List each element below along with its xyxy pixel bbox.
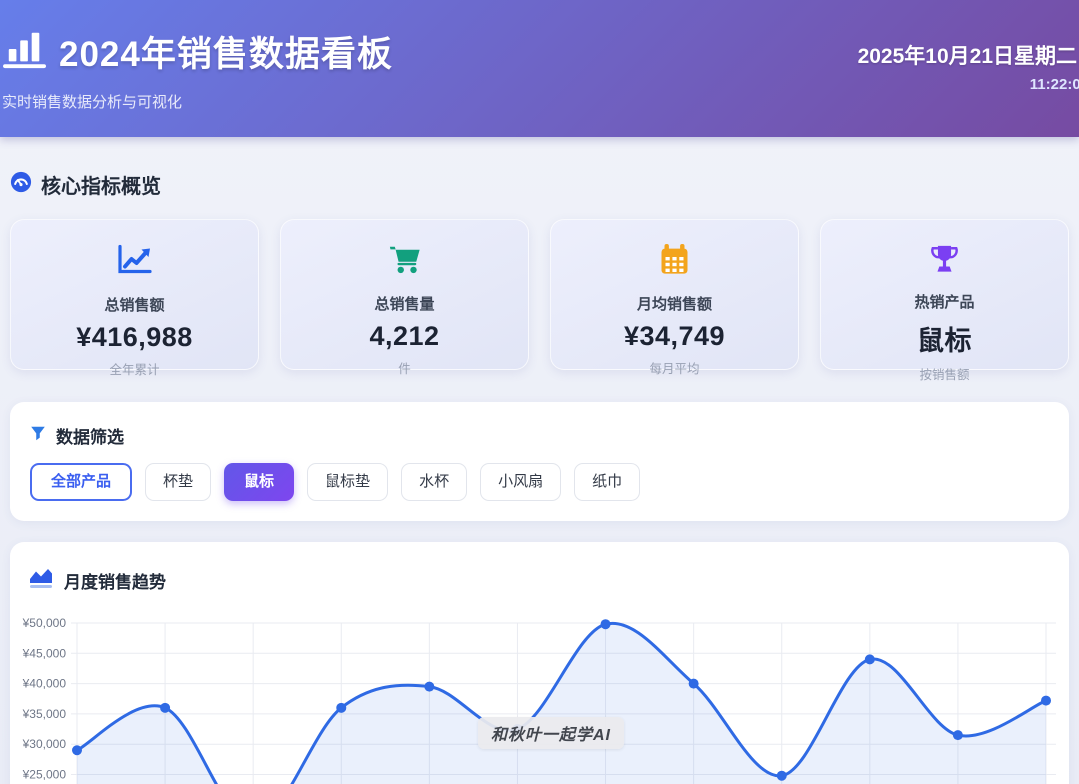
- header: 2024年销售数据看板 实时销售数据分析与可视化 2025年10月21日星期二 …: [0, 0, 1079, 137]
- metric-sub: 件: [281, 358, 528, 377]
- overview-section-header: 核心指标概览: [10, 170, 1069, 199]
- line-chart-icon: [117, 264, 153, 281]
- monthly-trend-chart: ¥50,000 ¥45,000 ¥40,000 ¥35,000 ¥30,000 ¥25,0…: [10, 605, 1069, 784]
- metric-card-total-sales: 总销售额 ¥416,988 全年累计: [10, 219, 259, 370]
- metric-sub: 全年累计: [11, 359, 258, 378]
- metric-value: ¥34,749: [551, 321, 798, 352]
- filter-buttons: 全部产品 杯垫 鼠标 鼠标垫 水杯 小风扇 纸巾: [30, 463, 1049, 501]
- metric-cards: 总销售额 ¥416,988 全年累计 总销售量 4,212 件: [10, 219, 1069, 370]
- svg-text:¥50,000: ¥50,000: [22, 616, 67, 630]
- filter-option-mouse[interactable]: 鼠标: [224, 463, 294, 501]
- filter-header: 数据筛选: [30, 423, 1049, 448]
- filter-option-tissue[interactable]: 纸巾: [574, 463, 640, 501]
- overview-heading: 核心指标概览: [41, 170, 161, 199]
- metric-value: 鼠标: [821, 319, 1068, 358]
- current-time: 11:22:01: [870, 76, 1079, 93]
- filter-heading: 数据筛选: [56, 423, 124, 448]
- metric-value: ¥416,988: [11, 322, 258, 353]
- area-chart-icon: [28, 566, 54, 595]
- filter-icon: [30, 425, 46, 447]
- svg-text:¥30,000: ¥30,000: [22, 737, 67, 751]
- svg-text:¥45,000: ¥45,000: [22, 646, 67, 660]
- metric-sub: 按销售额: [821, 364, 1068, 383]
- svg-text:¥25,000: ¥25,000: [22, 767, 67, 781]
- filter-option-fan[interactable]: 小风扇: [480, 463, 561, 501]
- metric-label: 热销产品: [821, 291, 1068, 312]
- trend-chart-heading: 月度销售趋势: [64, 568, 166, 593]
- datetime-block: 2025年10月21日星期二 11:22:01: [858, 40, 1077, 93]
- metric-sub: 每月平均: [551, 358, 798, 377]
- metric-card-total-volume: 总销售量 4,212 件: [280, 219, 529, 370]
- metric-label: 总销售量: [281, 293, 528, 314]
- calendar-icon: [658, 263, 691, 280]
- metric-card-top-product: 热销产品 鼠标 按销售额: [820, 219, 1069, 370]
- main-content: 核心指标概览 总销售额 ¥416,988 全年累计: [10, 170, 1069, 784]
- filter-option-beidian[interactable]: 杯垫: [145, 463, 211, 501]
- svg-text:¥35,000: ¥35,000: [22, 706, 67, 720]
- dashboard-page: { "header": { "title": "2024年销售数据看板", "s…: [0, 0, 1079, 784]
- current-date: 2025年10月21日星期二: [858, 40, 1077, 70]
- cart-icon: [388, 263, 422, 280]
- trophy-icon: [929, 261, 960, 278]
- svg-text:¥40,000: ¥40,000: [22, 676, 67, 690]
- watermark: 和秋叶一起学AI: [478, 717, 624, 749]
- trend-chart-panel: 月度销售趋势 ¥50,000 ¥45,000 ¥40,000 ¥35,000 ¥30,0…: [10, 542, 1069, 784]
- filter-panel: 数据筛选 全部产品 杯垫 鼠标 鼠标垫 水杯 小风扇 纸巾: [10, 402, 1069, 521]
- page-subtitle: 实时销售数据分析与可视化: [2, 91, 1079, 112]
- metric-value: 4,212: [281, 321, 528, 352]
- bar-chart-icon: [2, 28, 48, 75]
- metric-label: 总销售额: [11, 294, 258, 315]
- filter-option-cup[interactable]: 水杯: [401, 463, 467, 501]
- filter-option-mousepad[interactable]: 鼠标垫: [307, 463, 388, 501]
- filter-option-all[interactable]: 全部产品: [30, 463, 132, 501]
- gauge-icon: [10, 171, 32, 198]
- metric-label: 月均销售额: [551, 293, 798, 314]
- page-title: 2024年销售数据看板: [59, 26, 393, 77]
- trend-chart-header: 月度销售趋势: [28, 566, 1069, 595]
- metric-card-monthly-average: 月均销售额 ¥34,749 每月平均: [550, 219, 799, 370]
